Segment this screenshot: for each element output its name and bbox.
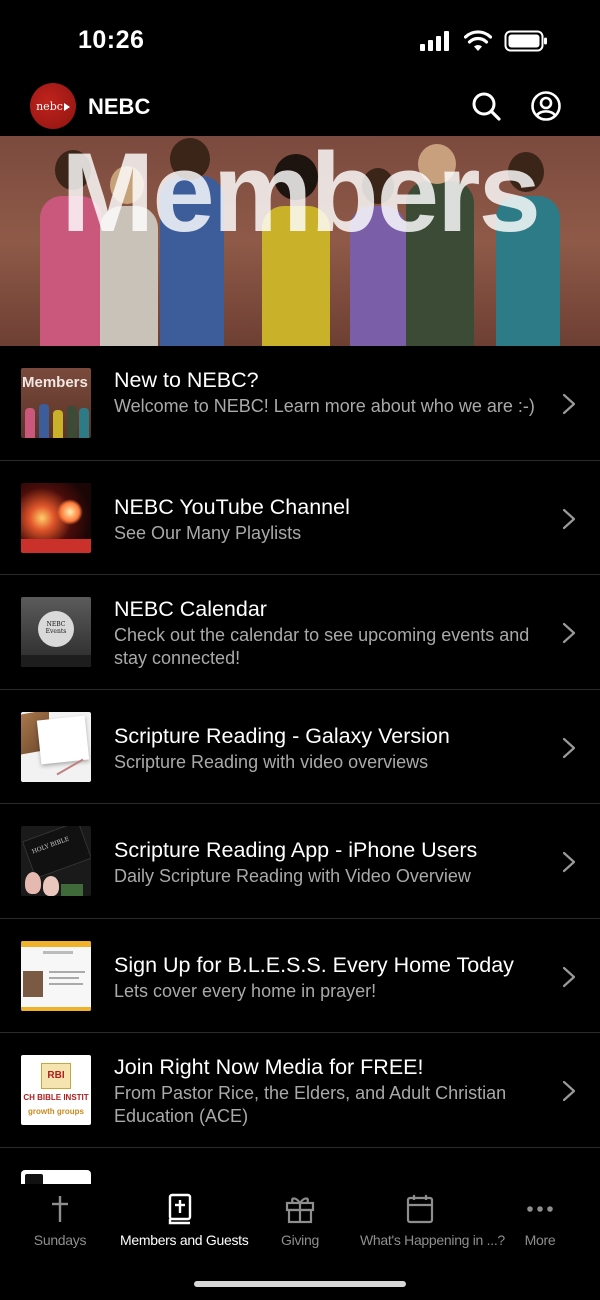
tab-whats-happening[interactable]: What's Happening in ...? (360, 1192, 505, 1252)
app-title: NEBC (88, 94, 151, 119)
thumb-bless (21, 940, 91, 1011)
thumb-bible: HOLY BIBLE (21, 826, 91, 896)
tab-label: Giving (281, 1232, 319, 1248)
chevron-right-icon (562, 966, 576, 987)
logo-text: nebc (36, 99, 63, 113)
list-item-bless-every-home[interactable]: Sign Up for B.L.E.S.S. Every Home Today … (0, 919, 600, 1033)
chevron-right-icon (562, 851, 576, 873)
tab-label: Sundays (33, 1232, 87, 1248)
chevron-right-icon (562, 622, 576, 644)
item-subtitle: Daily Scripture Reading with Video Overv… (114, 866, 471, 886)
nebc-logo[interactable]: nebc (30, 83, 76, 129)
item-title: Join Right Now Media for FREE! (114, 1055, 424, 1079)
list-item-scripture-galaxy[interactable]: Scripture Reading - Galaxy Version Scrip… (0, 690, 600, 804)
tab-label: Members and Guests (120, 1232, 249, 1248)
thumb-text: RBI (47, 1070, 65, 1081)
wifi-icon (464, 30, 492, 51)
tab-giving[interactable]: Giving (240, 1192, 360, 1252)
thumb-notebook (21, 711, 91, 782)
bible-icon (168, 1193, 192, 1225)
item-title: New to NEBC? (114, 368, 259, 392)
app-header: nebc NEBC (0, 80, 600, 136)
list-item-scripture-iphone[interactable]: HOLY BIBLE Scripture Reading App - iPhon… (0, 804, 600, 919)
chevron-right-icon (562, 508, 576, 529)
thumb-text: CH BIBLE INSTIT (23, 1093, 89, 1102)
item-title: Sign Up for B.L.E.S.S. Every Home Today (114, 952, 514, 977)
members-banner: Members (0, 136, 600, 346)
status-bar: 10:26 (0, 0, 600, 80)
thumb-text: Members (22, 374, 88, 391)
item-title: Scripture Reading App - iPhone Users (114, 838, 478, 862)
tab-more[interactable]: More (480, 1192, 600, 1252)
cellular-signal-icon (420, 31, 449, 51)
list-item-youtube-channel[interactable]: NEBC YouTube Channel See Our Many Playli… (0, 461, 600, 575)
thumb-text: growth groups (28, 1107, 84, 1116)
item-title: Scripture Reading - Galaxy Version (114, 723, 450, 748)
item-subtitle: Check out the calendar to see upcoming e… (114, 625, 530, 668)
thumb-calendar: NEBC Events (21, 597, 91, 667)
list-item-calendar[interactable]: NEBC Events NEBC Calendar Check out the … (0, 575, 600, 690)
search-icon[interactable] (470, 90, 502, 122)
thumb-members: Members (21, 368, 91, 438)
content-list: Members New to NEBC? Welcome to NEBC! Le… (0, 346, 600, 1262)
tab-sundays[interactable]: Sundays (0, 1192, 120, 1252)
tab-label: What's Happening in ...? (360, 1232, 505, 1248)
item-subtitle: Lets cover every home in prayer! (114, 980, 377, 1001)
home-indicator[interactable] (194, 1281, 406, 1287)
item-subtitle: From Pastor Rice, the Elders, and Adult … (114, 1083, 507, 1126)
calendar-icon (406, 1195, 434, 1224)
thumb-rbi: RBI CH BIBLE INSTIT growth groups (21, 1055, 91, 1125)
gift-icon (285, 1197, 315, 1224)
status-icons (420, 30, 548, 52)
tab-label: More (524, 1232, 556, 1248)
battery-icon (504, 30, 547, 52)
item-title: NEBC YouTube Channel (114, 494, 350, 519)
list-item-right-now-media[interactable]: RBI CH BIBLE INSTIT growth groups Join R… (0, 1033, 600, 1148)
thumb-text: NEBC Events (45, 621, 67, 635)
list-item-new-to-nebc[interactable]: Members New to NEBC? Welcome to NEBC! Le… (0, 346, 600, 461)
tab-members-and-guests[interactable]: Members and Guests (120, 1192, 249, 1252)
more-icon (527, 1206, 553, 1212)
item-subtitle: Welcome to NEBC! Learn more about who we… (114, 396, 535, 416)
banner-title: Members (61, 136, 541, 255)
chevron-right-icon (562, 1080, 576, 1102)
status-time: 10:26 (78, 26, 145, 54)
chevron-right-icon (562, 737, 576, 758)
account-icon[interactable] (530, 90, 562, 122)
chevron-right-icon (562, 393, 576, 415)
item-title: NEBC Calendar (114, 597, 267, 621)
cross-icon (52, 1196, 68, 1222)
item-subtitle: Scripture Reading with video overviews (114, 751, 429, 772)
item-subtitle: See Our Many Playlists (114, 522, 302, 543)
thumb-fireworks (21, 482, 91, 553)
